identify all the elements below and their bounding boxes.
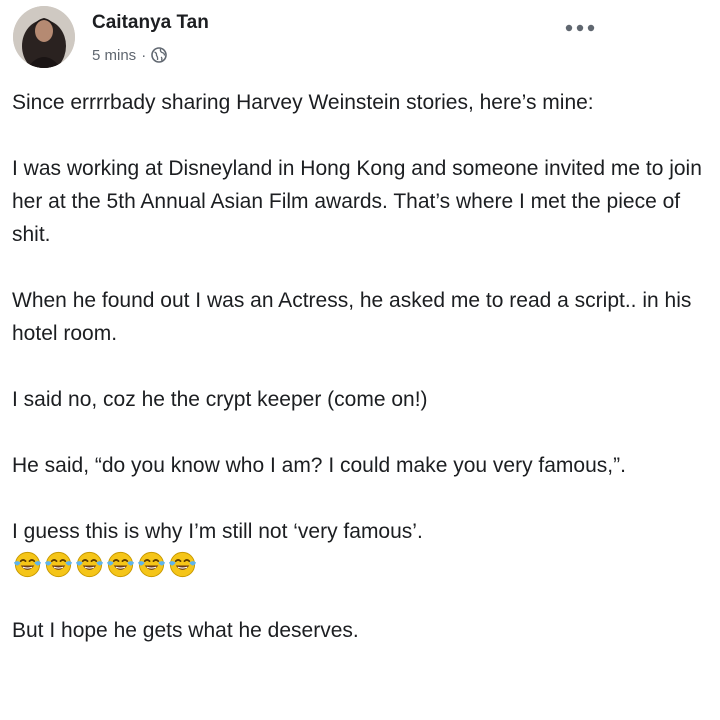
face-with-tears-of-joy-icon	[75, 551, 104, 578]
post-paragraph: He said, “do you know who I am? I could …	[12, 454, 626, 477]
emoji-row	[12, 548, 702, 581]
avatar[interactable]	[13, 6, 75, 68]
post-paragraph: I was working at Disneyland in Hong Kong…	[12, 157, 702, 246]
face-with-tears-of-joy-icon	[13, 551, 42, 578]
timestamp[interactable]: 5 mins	[92, 47, 136, 64]
post-paragraph: Since errrrbady sharing Harvey Weinstein…	[12, 91, 594, 114]
facebook-post: Caitanya Tan 5 mins · Since errrrbady sh…	[0, 0, 720, 720]
post-body: Since errrrbady sharing Harvey Weinstein…	[12, 86, 702, 647]
post-closing: But I hope he gets what he deserves.	[12, 619, 359, 642]
face-with-tears-of-joy-icon	[106, 551, 135, 578]
post-paragraph: I said no, coz he the crypt keeper (come…	[12, 388, 428, 411]
post-meta: 5 mins ·	[92, 44, 167, 66]
meta-separator: ·	[141, 46, 147, 64]
post-paragraph: I guess this is why I’m still not ‘very …	[12, 520, 423, 543]
face-with-tears-of-joy-icon	[137, 551, 166, 578]
face-with-tears-of-joy-icon	[168, 551, 197, 578]
face-with-tears-of-joy-icon	[44, 551, 73, 578]
globe-icon[interactable]	[151, 47, 167, 63]
author-name[interactable]: Caitanya Tan	[92, 12, 209, 34]
post-paragraph: When he found out I was an Actress, he a…	[12, 289, 692, 345]
ellipsis-icon[interactable]	[562, 20, 598, 36]
